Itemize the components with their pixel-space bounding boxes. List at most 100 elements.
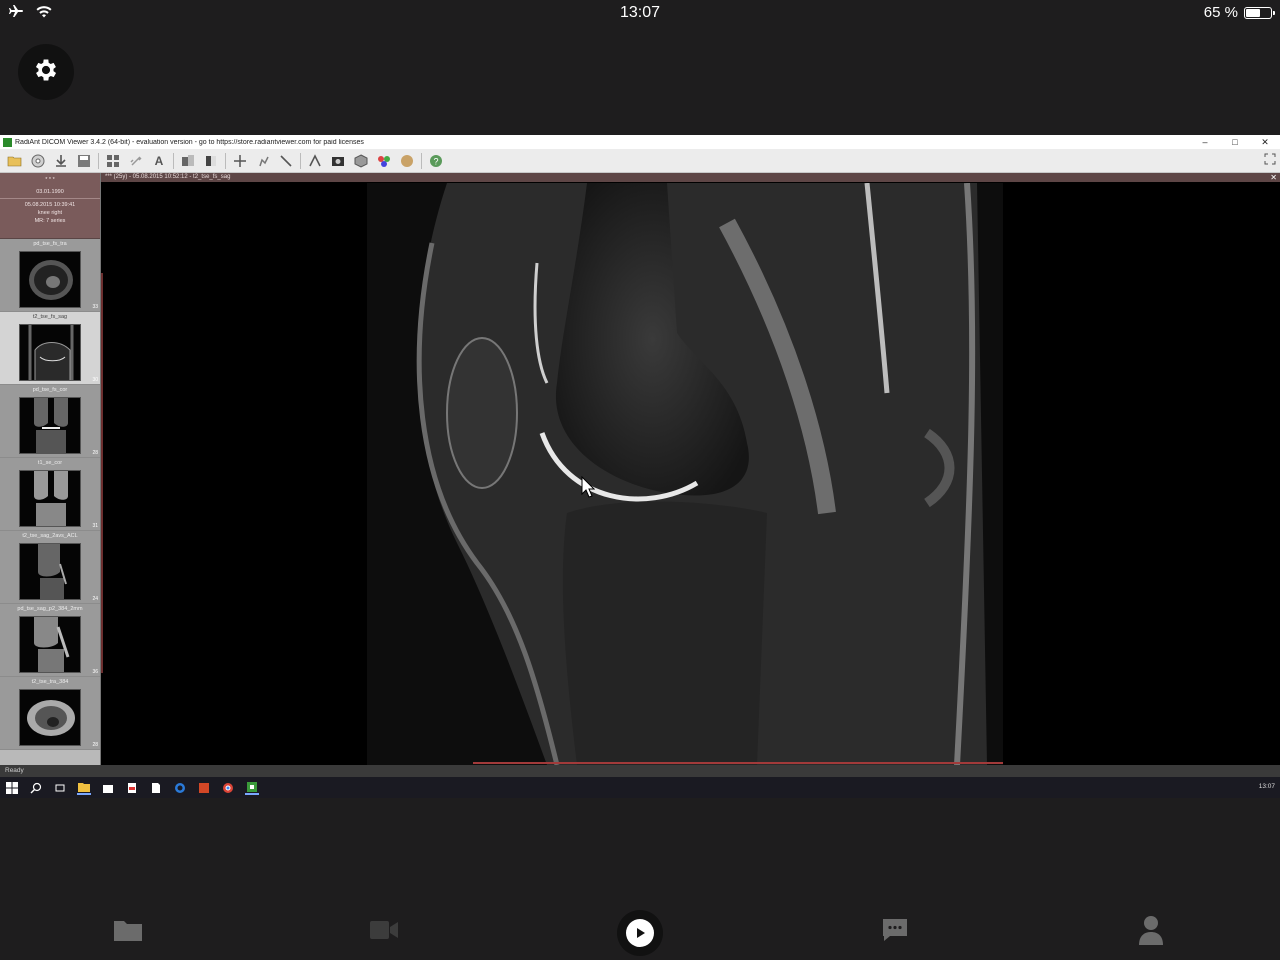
series-label: pd_tse_sag_p2_384_2mm [17,606,83,612]
series-label: t2_tse_fs_sag [32,314,68,320]
image-viewport[interactable]: *** (25y) - 05.08.2015 10:52:12 - t2_tse… [101,173,1280,765]
tab-video[interactable] [364,912,404,952]
toolbar-separator [300,152,301,169]
tab-chat[interactable] [875,912,915,952]
windows-taskbar: 13:07 [0,777,1280,798]
series-label: pd_tse_fs_tra [33,241,67,247]
radiant-app-icon[interactable] [245,781,259,795]
ios-screen: 13:07 65 % RadiAnt DICOM Viewer 3.4.2 (6… [0,0,1280,960]
tab-profile[interactable] [1131,912,1171,952]
study-info: MR: 7 series [34,218,66,224]
3d-icon[interactable] [375,153,393,169]
series-thumbnail [19,616,81,673]
study-description: knee right [37,210,63,216]
edge-icon[interactable] [173,781,187,795]
series-image-count: 24 [92,596,98,602]
save-icon[interactable] [75,153,93,169]
series-image-count: 30 [92,377,98,383]
series-thumbnail [19,397,81,454]
mouse-cursor-icon [581,475,596,503]
viewport-info: *** (25y) - 05.08.2015 10:52:12 - t2_tse… [105,174,231,180]
series-image-count: 36 [92,669,98,675]
pan-icon[interactable] [254,153,272,169]
search-icon[interactable] [29,781,43,795]
toolbar-separator [421,152,422,169]
series-item[interactable]: t2_tse_tra_384 28 [0,677,100,750]
status-bar: 13:07 65 % [0,0,1280,26]
chrome-icon[interactable] [221,781,235,795]
series-image-count: 28 [92,450,98,456]
viewport-scroll-indicator [473,762,1003,764]
text-annotation-icon[interactable]: A [150,153,168,169]
series-item[interactable]: pd_tse_fs_tra 33 [0,239,100,312]
series-label: t1_se_cor [37,460,63,466]
series-image-count: 28 [92,742,98,748]
close-button[interactable]: ✕ [1250,137,1280,148]
angle-icon[interactable] [306,153,324,169]
mri-knee-sagittal-image [367,183,1003,765]
store-icon[interactable] [101,781,115,795]
layout-grid-icon[interactable] [104,153,122,169]
download-icon[interactable] [52,153,70,169]
series-item[interactable]: pd_tse_fs_cor 28 [0,385,100,458]
patient-name: * * * [45,177,55,183]
maximize-button[interactable]: □ [1220,137,1250,147]
play-button[interactable] [617,910,663,956]
series-item[interactable]: t2_tse_sag_2avs_ACL 24 [0,531,100,604]
series-sidebar: * * * 03.01.1990 05.08.2015 10:39:41 kne… [0,173,101,765]
series-item-selected[interactable]: t2_tse_fs_sag 30 [0,312,100,385]
minimize-button[interactable]: – [1190,137,1220,147]
divider [0,198,100,199]
series-thumbnail [19,251,81,308]
windows-start-icon[interactable] [5,781,19,795]
series-thumbnail [19,324,81,381]
toolbar-separator [173,152,174,169]
battery-icon [1244,6,1275,19]
series-item[interactable]: t1_se_cor 31 [0,458,100,531]
series-thumbnail [19,470,81,527]
series-thumbnail [19,543,81,600]
viewport-header: *** (25y) - 05.08.2015 10:52:12 - t2_tse… [101,173,1280,182]
pdf-icon[interactable] [125,781,139,795]
battery-fill [1246,8,1260,17]
measure-icon[interactable] [277,153,295,169]
series-image-count: 31 [92,523,98,529]
status-time: 13:07 [619,4,661,21]
viewport-border-marker [101,273,103,673]
toolbar: A ? [0,149,1280,173]
crosshair-icon[interactable] [231,153,249,169]
window-level-icon[interactable] [179,153,197,169]
cd-icon[interactable] [29,153,47,169]
status-right: 65 % [1203,4,1275,21]
folder-icon [113,918,143,947]
contrast-icon[interactable] [202,153,220,169]
task-view-icon[interactable] [53,781,67,795]
app-title: RadiAnt DICOM Viewer 3.4.2 (64-bit) - ev… [15,138,364,146]
help-icon[interactable]: ? [427,153,445,169]
open-folder-icon[interactable] [6,153,24,169]
patient-birth-date: 03.01.1990 [36,189,64,195]
patient-info[interactable]: * * * 03.01.1990 05.08.2015 10:39:41 kne… [0,173,100,239]
video-camera-icon [369,919,399,946]
fullscreen-icon[interactable] [1264,153,1276,168]
series-label: t2_tse_sag_2avs_ACL [22,533,78,539]
series-thumbnail [19,689,81,746]
study-date: 05.08.2015 10:39:41 [24,202,76,208]
link-icon[interactable] [127,153,145,169]
chat-icon [881,917,909,948]
screenshot-icon[interactable] [329,153,347,169]
play-icon [626,919,654,947]
mpr-icon[interactable] [352,153,370,169]
toolbar-separator [225,152,226,169]
viewport-close-button[interactable]: ✕ [1270,173,1277,182]
svg-text:?: ? [433,156,438,166]
fusion-icon[interactable] [398,153,416,169]
document-icon[interactable] [149,781,163,795]
file-explorer-icon[interactable] [77,781,91,795]
battery-percentage: 65 % [1203,4,1238,21]
app-icon [3,137,12,147]
settings-button[interactable] [18,44,74,100]
series-item[interactable]: pd_tse_sag_p2_384_2mm 36 [0,604,100,677]
powerpoint-icon[interactable] [197,781,211,795]
tab-files[interactable] [108,912,148,952]
